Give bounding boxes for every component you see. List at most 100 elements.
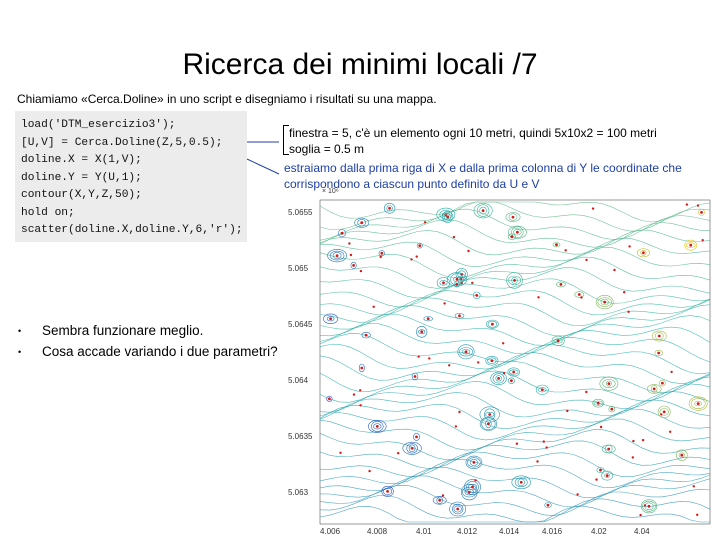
doline-point [329, 317, 332, 321]
doline-point [471, 281, 474, 285]
doline-point [388, 206, 391, 210]
doline-point [515, 442, 519, 445]
doline-point [379, 255, 382, 259]
doline-point [410, 258, 413, 261]
doline-point [576, 493, 579, 496]
x-tick-label: 4.02 [591, 527, 607, 536]
doline-point [689, 243, 693, 247]
x-tick-label: 4.006 [320, 527, 341, 536]
doline-point [372, 305, 375, 308]
doline-point [455, 278, 459, 281]
doline-point [516, 230, 519, 234]
y-tick-label: 5.063 [288, 488, 309, 497]
doline-point [540, 388, 544, 392]
doline-point [639, 513, 642, 517]
doline-point [497, 377, 500, 380]
doline-point [605, 474, 609, 477]
doline-point [455, 283, 459, 286]
doline-point [556, 339, 560, 343]
y-tick-label: 5.065 [288, 264, 309, 273]
bullet-item: • Cosa accade variando i due parametri? [18, 341, 278, 362]
code-line: hold on; [21, 206, 75, 219]
doline-point [446, 215, 450, 219]
doline-point [420, 330, 424, 334]
doline-point [680, 453, 684, 457]
contour-plot [319, 199, 711, 525]
doline-point [502, 372, 506, 375]
doline-point [423, 221, 427, 224]
doline-point [418, 244, 422, 247]
doline-point [546, 503, 550, 507]
doline-point [477, 361, 480, 364]
doline-point [456, 507, 460, 511]
bullet-text: Sembra funzionare meglio. [42, 323, 204, 338]
doline-point [599, 468, 602, 472]
doline-point [375, 425, 379, 428]
doline-point [692, 485, 695, 488]
doline-point [512, 370, 516, 374]
doline-point [472, 461, 476, 464]
bullet-list: • Sembra funzionare meglio. • Cosa accad… [18, 320, 278, 362]
doline-point [661, 381, 664, 385]
doline-point [599, 425, 603, 429]
doline-point [428, 357, 431, 360]
doline-point [348, 242, 351, 245]
doline-point [415, 255, 418, 258]
code-line: load('DTM_esercizio3'); [21, 119, 176, 131]
doline-point [537, 296, 540, 299]
doline-point [442, 281, 445, 285]
doline-point [564, 249, 567, 252]
doline-point [628, 245, 631, 248]
doline-point [448, 364, 451, 367]
doline-point [481, 209, 485, 212]
doline-point [386, 490, 389, 493]
doline-point [458, 314, 461, 318]
doline-point [647, 504, 651, 508]
doline-point [510, 379, 513, 383]
doline-point [397, 452, 400, 455]
doline-point [580, 296, 583, 299]
doline-point [631, 456, 634, 459]
doline-point [657, 351, 661, 355]
code-line: scatter(doline.X,doline.Y,6,'r'); [21, 224, 243, 236]
y-exponent-label: × 10⁶ [322, 188, 339, 195]
doline-point [566, 409, 569, 413]
doline-point [545, 446, 548, 449]
note-threshold: soglia = 0.5 m [289, 142, 365, 156]
doline-point [559, 283, 563, 286]
doline-point [696, 402, 700, 405]
doline-point [513, 279, 516, 282]
doline-point [454, 425, 458, 428]
doline-point [519, 480, 523, 484]
doline-point [340, 231, 344, 235]
doline-point [452, 235, 456, 239]
doline-point [328, 397, 331, 401]
doline-point [660, 413, 663, 416]
doline-point [488, 413, 492, 416]
note-window: finestra = 5, c'è un elemento ogni 10 me… [289, 126, 657, 140]
doline-point [426, 317, 430, 321]
doline-point [364, 333, 368, 337]
doline-point [415, 435, 418, 439]
x-tick-label: 4.04 [634, 527, 650, 536]
doline-point [591, 207, 595, 210]
doline-point [627, 310, 630, 313]
doline-point [410, 446, 414, 450]
doline-point [670, 370, 673, 374]
doline-point [610, 407, 614, 411]
doline-point [417, 355, 420, 358]
doline-point [555, 243, 558, 247]
doline-point [685, 203, 689, 206]
slide-title: Ricerca dei minimi locali /7 [182, 48, 538, 81]
doline-point [632, 439, 635, 443]
doline-point [359, 404, 362, 407]
y-tick-label: 5.0645 [288, 320, 313, 329]
doline-point [696, 513, 699, 516]
doline-point [700, 211, 703, 214]
doline-point [643, 504, 647, 507]
contour-map: × 10⁶ 5.0655 5.065 5.0645 5.064 5.0635 5… [280, 188, 718, 540]
doline-point [642, 251, 645, 255]
code-line: doline.Y = Y(U,1); [21, 171, 142, 184]
y-tick-label: 5.064 [288, 376, 309, 385]
doline-point [595, 478, 598, 481]
